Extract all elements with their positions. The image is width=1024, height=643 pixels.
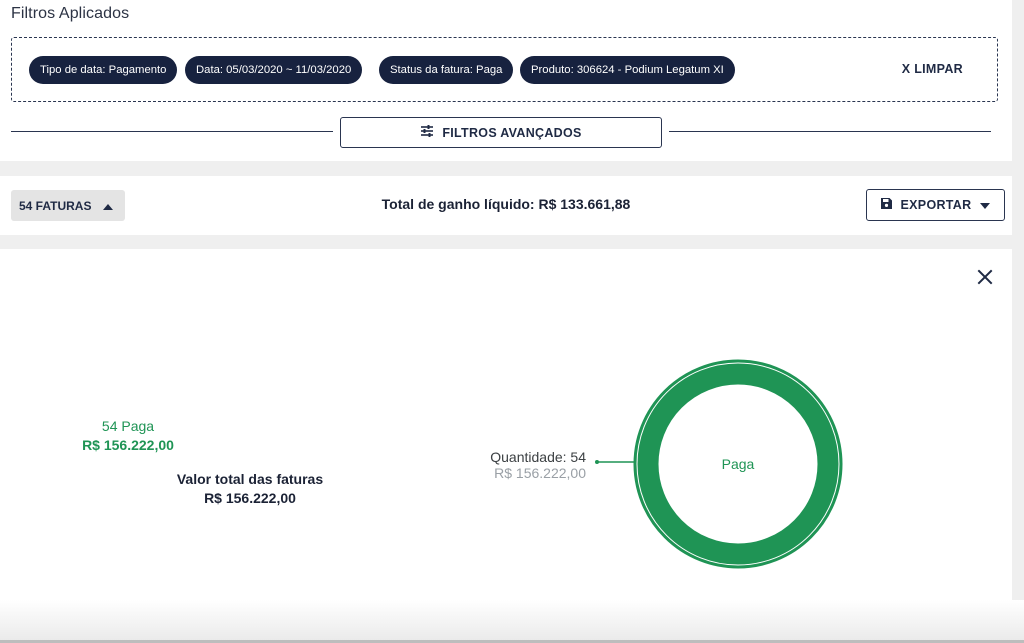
chart-panel: 54 Paga R$ 156.222,00 Valor total das fa… (0, 249, 1012, 643)
applied-filters-box: Tipo de data: Pagamento Data: 05/03/2020… (11, 37, 998, 102)
export-label: EXPORTAR (900, 198, 972, 212)
export-button[interactable]: EXPORTAR (866, 189, 1005, 221)
invoices-total-label: Valor total das faturas (176, 471, 324, 487)
bottom-shade (0, 600, 1024, 643)
invoices-total-amount: R$ 156.222,00 (204, 490, 296, 506)
clear-filters-button[interactable]: X LIMPAR (902, 62, 963, 76)
callout-quantity: Quantidade: 54 (490, 449, 586, 465)
legend-status-count: 54 Paga (101, 418, 155, 434)
callout-dot (595, 460, 599, 464)
legend-status-amount: R$ 156.222,00 (82, 437, 174, 453)
results-toolbar: 54 FATURAS Total de ganho líquido: R$ 13… (0, 176, 1012, 235)
filter-chip-date-range[interactable]: Data: 05/03/2020 ~ 11/03/2020 (185, 56, 363, 84)
caret-down-icon (980, 198, 991, 212)
sliders-icon (420, 125, 434, 140)
advanced-filters-button[interactable]: FILTROS AVANÇADOS (340, 117, 662, 148)
save-icon (880, 198, 892, 212)
donut-chart: Paga Quantidade: 54R$ 156.222,00 (490, 359, 843, 569)
net-earnings-total: Total de ganho líquido: R$ 133.661,88 (381, 196, 631, 212)
filter-chip-invoice-status[interactable]: Status da fatura: Paga (379, 56, 514, 84)
callout-amount: R$ 156.222,00 (494, 465, 586, 481)
divider-left (11, 131, 333, 132)
close-icon[interactable] (975, 267, 995, 287)
filters-panel: Filtros Aplicados Tipo de data: Pagament… (0, 0, 1012, 161)
donut-center-label: Paga (722, 456, 755, 472)
filter-chip-date-type[interactable]: Tipo de data: Pagamento (29, 56, 178, 84)
divider-right (669, 131, 991, 132)
filters-title: Filtros Aplicados (11, 5, 130, 22)
filter-chip-product[interactable]: Produto: 306624 - Podium Legatum XI (520, 56, 735, 84)
advanced-filters-label: FILTROS AVANÇADOS (442, 125, 582, 140)
